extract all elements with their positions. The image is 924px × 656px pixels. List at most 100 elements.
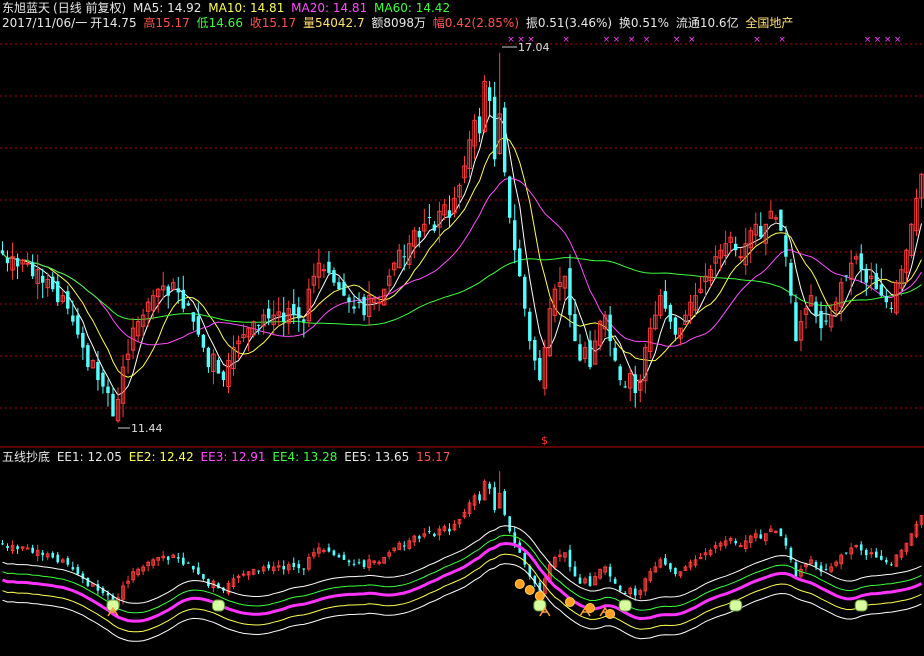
indicator-body	[181, 557, 185, 565]
indicator-body	[337, 554, 341, 558]
candle-body	[201, 334, 206, 348]
indicator-name[interactable]: 五线抄底	[2, 450, 50, 464]
indicator-body	[322, 549, 326, 552]
orange-dot-icon	[534, 591, 545, 601]
candle-body	[673, 317, 678, 335]
candle-body	[874, 273, 879, 290]
indicator-body	[573, 566, 577, 577]
candle-body	[302, 319, 306, 322]
buy-signal-icon	[618, 599, 632, 612]
candle-body	[518, 248, 522, 277]
buy-signal-icon	[729, 599, 743, 612]
sector-link[interactable]: 全国地产	[745, 16, 793, 30]
orange-dot-icon	[524, 585, 535, 595]
ee1-line	[2, 563, 922, 642]
orange-dot-icon	[564, 597, 575, 607]
indicator-body	[633, 588, 637, 596]
indicator-body	[568, 549, 572, 567]
candle-body	[30, 262, 35, 277]
indicator-body	[613, 578, 617, 584]
indicator-body	[352, 563, 356, 565]
candle-body	[487, 87, 492, 101]
indicator-body	[864, 550, 868, 556]
candle-body	[0, 250, 5, 254]
max-price-label: 17.04	[518, 41, 550, 54]
candle-body	[181, 289, 186, 309]
candle-body	[588, 340, 592, 368]
indicator-body	[854, 545, 859, 548]
indicator-body	[327, 547, 331, 552]
indicator-body	[869, 552, 874, 555]
x-marker: ×	[894, 35, 902, 45]
x-marker: ×	[673, 35, 681, 45]
ee3-value: EE3: 12.91	[200, 450, 266, 464]
candle-body	[332, 270, 336, 283]
x-marker: ×	[643, 35, 651, 45]
indicator-body	[86, 577, 90, 586]
x-marker: ×	[613, 35, 621, 45]
moving-average-lines	[2, 114, 922, 396]
indicator-body	[187, 562, 190, 564]
candle-body	[447, 210, 452, 218]
candle-body	[814, 301, 818, 316]
high-value: 高15.17	[143, 16, 190, 30]
candle-body	[266, 308, 271, 319]
candle-body	[96, 362, 100, 381]
indicator-body	[588, 576, 592, 586]
candle-body	[362, 296, 366, 316]
candle-body	[191, 312, 196, 322]
header-row-1: 东旭蓝天 (日线 前复权) MA5: 14.92 MA10: 14.81 MA20…	[2, 1, 453, 15]
low-value: 低14.66	[196, 16, 243, 30]
amplitude-value: 振0.51(3.46%)	[525, 16, 613, 30]
candle-body	[492, 96, 497, 160]
x-marker: ×	[753, 35, 761, 45]
candle-body	[477, 116, 482, 134]
candle-body	[402, 256, 406, 258]
candle-body	[618, 366, 622, 381]
candle-body	[81, 332, 85, 348]
candle-body	[663, 291, 668, 309]
candle-body	[357, 302, 361, 304]
ee1-value: EE1: 12.05	[56, 450, 122, 464]
period-label[interactable]: (日线 前复权)	[53, 1, 126, 15]
stock-name[interactable]: 东旭蓝天	[2, 1, 50, 15]
candle-body	[5, 257, 10, 264]
candle-body	[789, 262, 793, 296]
indicator-body	[608, 566, 612, 577]
indicator-header: 五线抄底 EE1: 12.05 EE2: 12.42 EE3: 12.91 EE…	[2, 450, 453, 464]
indicator-body	[844, 552, 848, 554]
candle-body	[321, 269, 327, 272]
indicator-body	[31, 547, 34, 553]
x-marker: ×	[874, 35, 882, 45]
volume-value: 量54042.7	[302, 16, 365, 30]
ee5-value: EE5: 13.65	[344, 450, 410, 464]
candle-body	[432, 224, 437, 231]
ee-lines	[1, 525, 923, 642]
indicator-body	[814, 562, 818, 567]
float-cap-value: 流通10.6亿	[675, 16, 739, 30]
indicator-body	[56, 554, 60, 563]
indicator-body	[297, 564, 301, 569]
candle-body	[844, 275, 848, 277]
ma20-value: MA20: 14.81	[291, 1, 368, 15]
candle-body	[376, 301, 382, 304]
candle-body	[879, 284, 884, 296]
candle-body	[623, 386, 627, 388]
candle-body	[111, 393, 115, 417]
open-value: 开14.75	[90, 16, 137, 30]
candle-body	[502, 107, 507, 173]
indicator-body	[1, 543, 4, 545]
x-marker: ×	[688, 35, 696, 45]
indicator-body	[41, 552, 44, 556]
indicator-body	[342, 554, 346, 560]
indicator-body	[332, 550, 336, 556]
ma10-line	[2, 136, 922, 378]
indicator-body	[51, 552, 55, 558]
indicator-body	[302, 568, 306, 570]
candle-body	[176, 288, 180, 293]
candle-body	[256, 324, 261, 326]
indicator-body	[267, 564, 270, 569]
candle-body	[196, 316, 201, 335]
indicator-body	[66, 558, 70, 565]
stock-chart[interactable]: ××××××××××××××××× 17.04 11.44 $	[0, 0, 924, 656]
